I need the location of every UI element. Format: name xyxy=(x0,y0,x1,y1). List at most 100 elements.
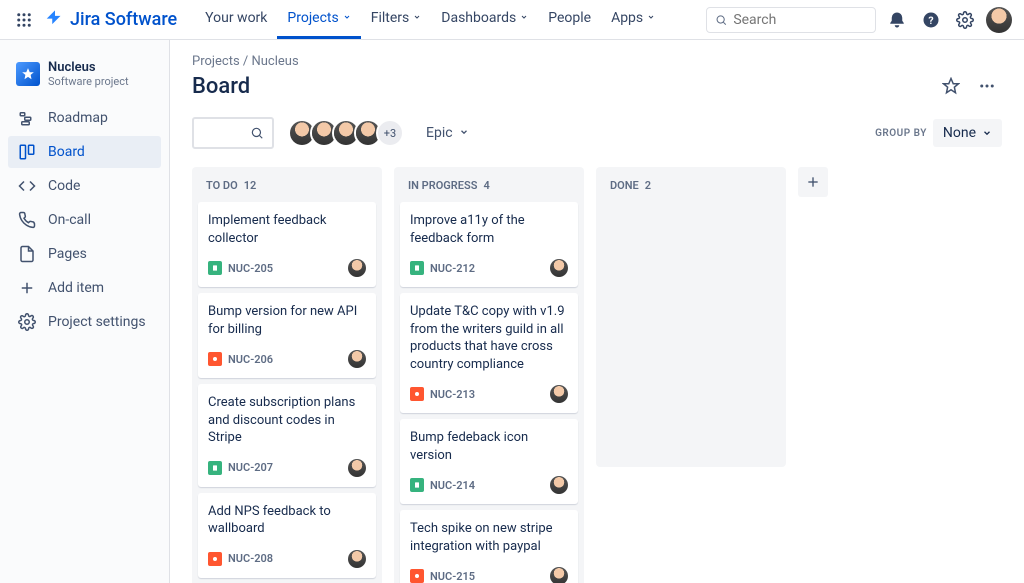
epic-filter-label: Epic xyxy=(426,125,453,141)
assignee-filter[interactable]: +3 xyxy=(288,119,404,147)
project-icon xyxy=(16,62,40,86)
sidebar-item-pages[interactable]: Pages xyxy=(8,238,161,270)
assignee-avatar[interactable] xyxy=(550,476,568,494)
issue-card[interactable]: Add NPS feedback to wallboardNUC-208 xyxy=(198,493,376,578)
more-assignees[interactable]: +3 xyxy=(376,119,404,147)
column-title: DONE xyxy=(610,179,639,192)
story-icon xyxy=(208,261,222,275)
story-icon xyxy=(208,461,222,475)
add-column-button[interactable] xyxy=(798,167,828,197)
settings-icon[interactable] xyxy=(952,7,978,33)
issue-key: NUC-213 xyxy=(430,388,475,401)
issue-card[interactable]: Bump version for new API for billingNUC-… xyxy=(198,293,376,378)
sidebar-label: Project settings xyxy=(48,314,146,330)
add-icon xyxy=(18,279,36,297)
kanban-board: TO DO 12 Implement feedback collectorNUC-2… xyxy=(192,167,1002,583)
issue-card[interactable]: Bump fedeback icon version NUC-214 xyxy=(400,419,578,504)
chevron-down-icon xyxy=(459,125,469,141)
bug-icon xyxy=(208,352,222,366)
chevron-down-icon xyxy=(647,13,655,24)
sidebar-label: Pages xyxy=(48,246,87,262)
more-actions-button[interactable] xyxy=(972,71,1002,101)
roadmap-icon xyxy=(18,109,36,127)
assignee-avatar[interactable] xyxy=(550,259,568,277)
assignee-avatar[interactable] xyxy=(348,259,366,277)
global-search[interactable] xyxy=(706,7,876,33)
nav-apps[interactable]: Apps xyxy=(601,0,665,39)
issue-card[interactable]: Tech spike on new stripe integration wit… xyxy=(400,510,578,583)
chevron-down-icon xyxy=(343,13,351,24)
groupby-label: GROUP BY xyxy=(875,128,927,139)
app-switcher-icon[interactable] xyxy=(12,8,36,32)
assignee-avatar[interactable] xyxy=(348,550,366,568)
story-icon xyxy=(410,261,424,275)
nav-people[interactable]: People xyxy=(538,0,601,39)
project-header[interactable]: Nucleus Software project xyxy=(8,56,161,102)
column-done: DONE2 xyxy=(596,167,786,467)
search-input[interactable] xyxy=(733,12,867,28)
nav-filters[interactable]: Filters xyxy=(361,0,432,39)
sidebar-label: Add item xyxy=(48,280,104,296)
help-icon[interactable]: ? xyxy=(918,7,944,33)
nav-projects[interactable]: Projects xyxy=(277,0,360,39)
main-content: Projects / Nucleus Board +3 Epic xyxy=(170,40,1024,583)
jira-logo[interactable]: Jira Software xyxy=(44,9,177,31)
card-title: Bump version for new API for billing xyxy=(208,303,366,338)
column-header: IN PROGRESS 4 xyxy=(400,177,578,202)
chevron-down-icon xyxy=(520,13,528,24)
nav-label: Your work xyxy=(205,10,267,26)
column-title: TO DO xyxy=(206,179,238,192)
svg-text:?: ? xyxy=(928,13,933,26)
issue-card[interactable]: Improve a11y of the feedback formNUC-212 xyxy=(400,202,578,287)
nav-label: Apps xyxy=(611,10,643,26)
groupby-select[interactable]: None xyxy=(933,119,1002,147)
pages-icon xyxy=(18,245,36,263)
page-title: Board xyxy=(192,74,250,99)
board-icon xyxy=(18,143,36,161)
issue-key: NUC-207 xyxy=(228,461,273,474)
card-title: Add NPS feedback to wallboard xyxy=(208,503,366,538)
oncall-icon xyxy=(18,211,36,229)
assignee-avatar[interactable] xyxy=(348,459,366,477)
sidebar-item-code[interactable]: Code xyxy=(8,170,161,202)
nav-label: Filters xyxy=(371,10,410,26)
assignee-avatar[interactable] xyxy=(550,567,568,583)
project-name: Nucleus xyxy=(48,60,129,75)
sidebar-label: Roadmap xyxy=(48,110,108,126)
sidebar-item-on-call[interactable]: On-call xyxy=(8,204,161,236)
card-title: Bump fedeback icon version xyxy=(410,429,568,464)
issue-key: NUC-212 xyxy=(430,262,475,275)
groupby-value: None xyxy=(943,125,976,141)
epic-filter[interactable]: Epic xyxy=(418,119,477,147)
issue-key: NUC-214 xyxy=(430,479,475,492)
breadcrumb[interactable]: Projects / Nucleus xyxy=(192,54,1002,69)
sidebar-item-roadmap[interactable]: Roadmap xyxy=(8,102,161,134)
profile-avatar[interactable] xyxy=(986,7,1012,33)
issue-card[interactable]: Implement feedback collectorNUC-205 xyxy=(198,202,376,287)
issue-card[interactable]: Create subscription plans and discount c… xyxy=(198,384,376,487)
assignee-avatar[interactable] xyxy=(348,350,366,368)
nav-items: Your work Projects Filters Dashboards People… xyxy=(195,0,665,39)
top-navigation: Jira Software Your work Projects Filters Da… xyxy=(0,0,1024,40)
column-title: IN PROGRESS xyxy=(408,179,477,192)
column-count: 12 xyxy=(244,179,257,192)
nav-label: Dashboards xyxy=(441,10,516,26)
issue-card[interactable]: Update T&C copy with v1.9 from the write… xyxy=(400,293,578,413)
card-title: Update T&C copy with v1.9 from the write… xyxy=(410,303,568,373)
nav-your-work[interactable]: Your work xyxy=(195,0,277,39)
chevron-down-icon xyxy=(413,13,421,24)
board-search[interactable] xyxy=(192,117,274,149)
column-count: 4 xyxy=(483,179,489,192)
sidebar-item-board[interactable]: Board xyxy=(8,136,161,168)
sidebar-item-add-item[interactable]: Add item xyxy=(8,272,161,304)
nav-dashboards[interactable]: Dashboards xyxy=(431,0,538,39)
column-header: DONE2 xyxy=(602,177,780,202)
notifications-icon[interactable] xyxy=(884,7,910,33)
assignee-avatar[interactable] xyxy=(550,385,568,403)
code-icon xyxy=(18,177,36,195)
star-button[interactable] xyxy=(936,71,966,101)
story-icon xyxy=(410,478,424,492)
sidebar-item-project-settings[interactable]: Project settings xyxy=(8,306,161,338)
sidebar-label: Code xyxy=(48,178,80,194)
bug-icon xyxy=(410,387,424,401)
